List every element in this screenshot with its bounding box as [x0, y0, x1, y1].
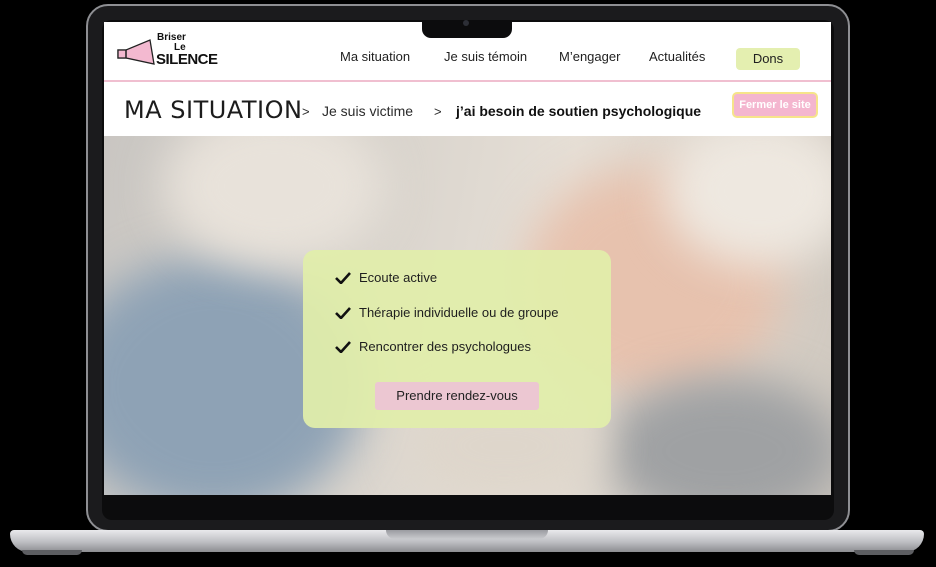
logo-text-silence: SILENCE — [156, 51, 218, 68]
check-icon — [335, 340, 351, 353]
close-site-button[interactable]: Fermer le site — [732, 92, 818, 118]
megaphone-icon — [117, 39, 155, 65]
page-title: MA SITUATION — [124, 96, 303, 124]
list-item-label: Ecoute active — [359, 270, 438, 285]
laptop-foot-right — [854, 550, 914, 555]
check-icon — [335, 271, 351, 284]
nav-m-engager[interactable]: M’engager — [559, 49, 620, 64]
site-logo[interactable]: Briser Le SILENCE — [116, 30, 226, 74]
list-item: Rencontrer des psychologues — [335, 339, 531, 354]
breadcrumb: MA SITUATION > Je suis victime > j’ai be… — [104, 84, 831, 136]
nav-ma-situation[interactable]: Ma situation — [340, 49, 410, 64]
laptop-foot-left — [22, 550, 82, 555]
list-item: Ecoute active — [335, 270, 437, 285]
nav-actualites[interactable]: Actualités — [649, 49, 705, 64]
laptop-base-groove — [386, 530, 548, 539]
support-card: Ecoute active Thérapie individuelle ou d… — [303, 250, 611, 428]
check-icon — [335, 306, 351, 319]
list-item-label: Thérapie individuelle ou de groupe — [359, 305, 559, 320]
breadcrumb-separator: > — [434, 104, 442, 119]
list-item-label: Rencontrer des psychologues — [359, 339, 531, 354]
list-item: Thérapie individuelle ou de groupe — [335, 305, 558, 320]
hero-image: Ecoute active Thérapie individuelle ou d… — [104, 136, 831, 495]
camera-icon — [463, 20, 469, 26]
hero-blur-shape — [164, 136, 384, 266]
breadcrumb-current: j’ai besoin de soutien psychologique — [456, 103, 702, 119]
donate-button[interactable]: Dons — [736, 48, 800, 70]
breadcrumb-je-suis-victime[interactable]: Je suis victime — [322, 103, 413, 119]
nav-je-suis-temoin[interactable]: Je suis témoin — [444, 49, 527, 64]
website-screen: Briser Le SILENCE Ma situation Je suis t… — [104, 22, 831, 495]
breadcrumb-separator: > — [302, 104, 310, 119]
book-appointment-button[interactable]: Prendre rendez-vous — [375, 382, 539, 410]
